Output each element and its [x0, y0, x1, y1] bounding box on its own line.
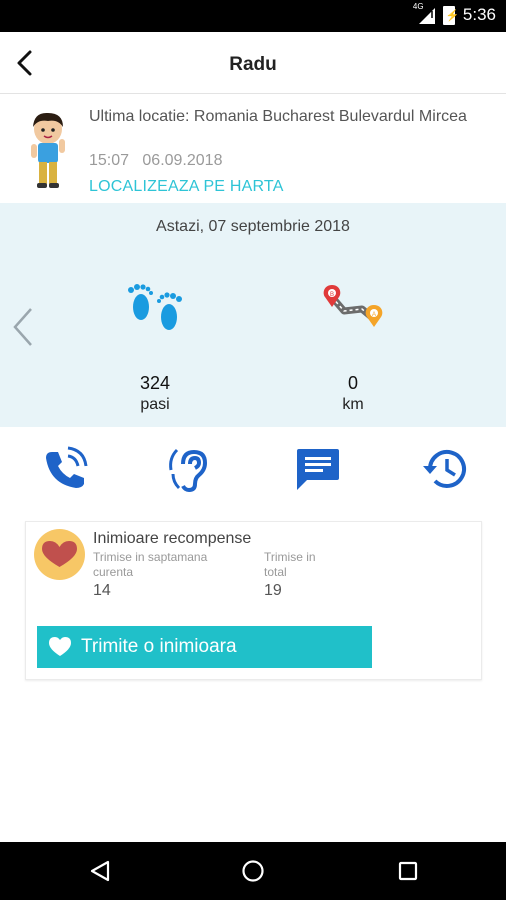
action-row — [0, 440, 506, 500]
history-icon — [423, 449, 466, 488]
stats-date: Astazi, 07 septembrie 2018 — [156, 218, 350, 235]
steps-unit: pasi — [140, 396, 170, 413]
route-start-marker: B — [330, 292, 334, 298]
heart-icon — [42, 541, 77, 567]
battery-icon: ⚡ — [442, 5, 460, 25]
call-button[interactable] — [40, 444, 90, 494]
circle-home-icon — [242, 860, 264, 882]
nav-back-button[interactable] — [88, 859, 112, 883]
history-button[interactable] — [421, 444, 471, 494]
nav-home-button[interactable] — [241, 859, 265, 883]
week-label: Trimise in saptamana curenta — [93, 550, 208, 579]
total-value: 19 — [264, 582, 282, 599]
location-section: Ultima locatie: Romania Bucharest Buleva… — [0, 95, 506, 203]
square-recents-icon — [398, 861, 418, 881]
message-icon — [297, 449, 339, 490]
phone-icon — [46, 446, 88, 488]
locate-on-map-link[interactable]: LOCALIZEAZA PE HARTA — [89, 178, 284, 196]
ear-icon — [169, 448, 208, 493]
route-end-marker: A — [372, 312, 376, 318]
last-location-text: Ultima locatie: Romania Bucharest Buleva… — [89, 108, 467, 125]
messages-button[interactable] — [293, 444, 343, 494]
location-date: 06.09.2018 — [142, 152, 223, 169]
chevron-left-icon — [13, 308, 32, 346]
distance-value: 0 — [347, 373, 358, 393]
navigation-bar — [0, 842, 506, 900]
route-icon: B A — [323, 285, 383, 327]
week-count-column: Trimise in saptamana curenta 14 — [93, 550, 223, 599]
app-bar: Radu — [0, 32, 506, 94]
listen-button[interactable] — [165, 444, 215, 494]
heart-icon — [49, 637, 71, 656]
last-location-timestamp: 15:07 06.09.2018 — [89, 152, 222, 170]
steps-value: 324 — [139, 373, 171, 393]
steps-stat: 324 pasi — [95, 283, 215, 414]
rewards-card: Inimioare recompense Trimise in saptaman… — [25, 521, 482, 680]
total-label: Trimise in total — [264, 550, 316, 579]
child-avatar — [31, 112, 65, 188]
distance-stat: B A 0 km — [293, 283, 413, 414]
status-bar: 4G ⚡ 5:36 — [0, 0, 506, 32]
clock: 5:36 — [462, 5, 496, 24]
rewards-title: Inimioare recompense — [93, 530, 252, 547]
daily-stats: Astazi, 07 septembrie 2018 324 pasi B A … — [0, 203, 506, 427]
triangle-back-icon — [90, 860, 110, 882]
send-heart-label: Trimite o inimioara — [81, 636, 237, 657]
page-title: Radu — [229, 54, 277, 75]
footprints-icon — [128, 284, 182, 330]
distance-unit: km — [342, 396, 364, 413]
previous-day-button[interactable] — [10, 305, 36, 349]
week-value: 14 — [93, 582, 111, 599]
status-icons: 4G ⚡ 5:36 — [413, 2, 496, 25]
total-count-column: Trimise in total 19 — [264, 550, 334, 599]
send-heart-button[interactable]: Trimite o inimioara — [37, 626, 372, 668]
nav-recents-button[interactable] — [396, 859, 420, 883]
location-time: 15:07 — [89, 152, 130, 169]
signal-icon: 4G — [413, 2, 435, 24]
heart-badge — [34, 529, 85, 580]
